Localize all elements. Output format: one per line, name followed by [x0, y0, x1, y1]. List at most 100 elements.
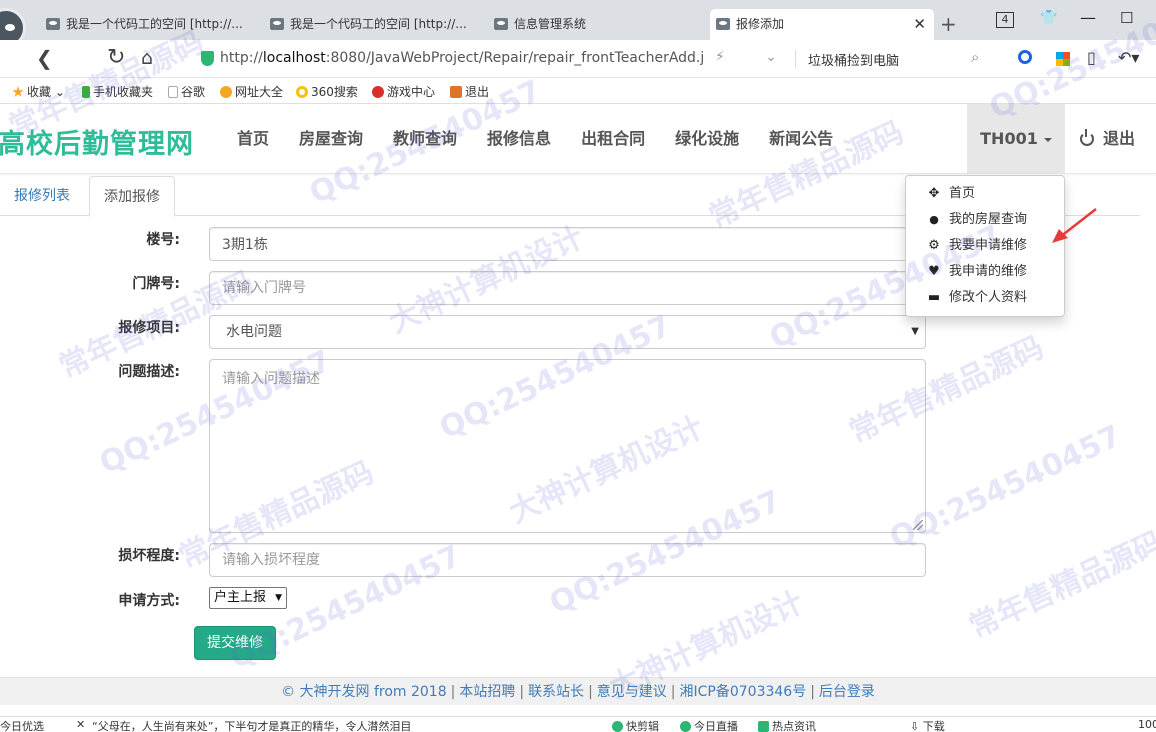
watermark: 常年售精品源码 [963, 524, 1156, 646]
address-actions[interactable]: ⚡ ⌄ [715, 49, 795, 65]
nav-repair-info[interactable]: 报修信息 [472, 104, 566, 174]
logout-link[interactable]: 退出 [1080, 104, 1135, 174]
star-icon [12, 86, 24, 97]
undo-icon[interactable]: ↶▾ [1118, 48, 1139, 67]
power-icon [1080, 129, 1094, 146]
menu-item-my-house[interactable]: ● 我的房屋查询 [906, 207, 1064, 233]
footer-link-jobs[interactable]: 本站招聘 [459, 684, 515, 700]
skin-shirt-icon[interactable]: 👕 [1040, 10, 1057, 26]
footer-link-feedback[interactable]: 意见与建议 [597, 684, 667, 700]
browser-status-bar: 今日优选 ✕ “父母在，人生尚有来处”，下半句才是真正的精华，令人潸然泪目 快剪… [0, 716, 1156, 732]
repair-item-label: 报修项目: [118, 320, 180, 336]
status-close-icon[interactable]: ✕ [76, 718, 85, 731]
page-favicon-icon [716, 18, 730, 30]
mobile-icon[interactable]: ▯ [1087, 48, 1096, 67]
user-menu-toggle[interactable]: TH001 [967, 104, 1065, 174]
nav-house-query[interactable]: 房屋查询 [284, 104, 378, 174]
tab-count-badge[interactable]: 4 [996, 12, 1014, 28]
select-arrow-icon: ▼ [911, 326, 919, 337]
page-icon [168, 86, 178, 98]
nav-teacher-query[interactable]: 教师查询 [378, 104, 472, 174]
heart-icon: ♥ [928, 264, 940, 279]
status-hot-news[interactable]: 热点资讯 [758, 718, 816, 732]
apply-method-select[interactable]: 户主上报 ▼ [209, 587, 288, 609]
new-tab-icon[interactable]: + [940, 9, 957, 39]
browser-tab-strip: 我是一个代码工的空间 [http://... 我是一个代码工的空间 [http:… [0, 0, 1156, 48]
url-field[interactable]: http://localhost:8080/JavaWebProject/Rep… [220, 50, 705, 66]
bookmark-exit[interactable]: 退出 [450, 83, 489, 100]
apps-grid-icon[interactable] [1056, 52, 1070, 66]
menu-item-apply-repair[interactable]: ⚙ 我要申请维修 [906, 233, 1064, 259]
submit-repair-button[interactable]: 提交维修 [194, 626, 276, 660]
nav-home[interactable]: 首页 [222, 104, 284, 174]
footer-link-contact[interactable]: 联系站长 [528, 684, 584, 700]
menu-item-my-repairs[interactable]: ♥ 我申请的维修 [906, 259, 1064, 285]
annotation-arrow-icon [1052, 208, 1097, 243]
move-icon: ✥ [928, 186, 940, 201]
description-textarea[interactable] [209, 359, 926, 533]
close-tab-icon[interactable]: ✕ [913, 9, 926, 40]
building-input[interactable] [209, 227, 926, 261]
browser-tab-1[interactable]: 我是一个代码工的空间 [http://... [40, 9, 258, 40]
phone-icon [82, 86, 90, 98]
play-icon [680, 721, 691, 732]
browser-tab-active[interactable]: 报修添加 ✕ [710, 9, 934, 40]
nav-rental-contract[interactable]: 出租合同 [566, 104, 660, 174]
maximize-icon[interactable]: ☐ [1120, 9, 1133, 27]
bookmark-mobile[interactable]: 手机收藏夹 [82, 83, 153, 100]
news-icon [758, 721, 769, 732]
caret-down-icon [1043, 137, 1052, 142]
footer-copyright: © 大神开发网 from 2018 [281, 684, 447, 700]
menu-item-home[interactable]: ✥ 首页 [906, 181, 1064, 207]
search360-icon [296, 86, 308, 98]
refresh-icon[interactable]: ↻ [107, 46, 125, 70]
nav-greening[interactable]: 绿化设施 [660, 104, 754, 174]
tab-add-repair[interactable]: 添加报修 [89, 176, 175, 217]
footer-link-admin[interactable]: 后台登录 [819, 684, 875, 700]
minimize-icon[interactable]: — [1080, 8, 1096, 27]
user-name: TH001 [980, 129, 1038, 148]
cog-icon: ⚙ [928, 238, 940, 253]
bookmark-games[interactable]: 游戏中心 [372, 83, 435, 100]
door-number-input[interactable] [209, 271, 926, 305]
resize-grip-icon[interactable] [913, 520, 923, 530]
search-engine-icon[interactable] [1018, 50, 1032, 64]
status-zoom[interactable]: 100 [1138, 718, 1156, 731]
browser-tab-2[interactable]: 我是一个代码工的空间 [http://... [264, 9, 482, 40]
menu-item-edit-profile[interactable]: ▬ 修改个人资料 [906, 285, 1064, 311]
building-label: 楼号: [146, 232, 180, 248]
search-icon[interactable]: ⌕ [971, 48, 979, 66]
address-toolbar: ❮ ↻ ⌂ http://localhost:8080/JavaWebProje… [0, 40, 1156, 78]
secure-shield-icon [201, 51, 214, 66]
status-news[interactable]: “父母在，人生尚有来处”，下半句才是真正的精华，令人潸然泪目 [92, 718, 411, 732]
page-favicon-icon [270, 18, 284, 30]
site-header: 高校后勤管理网 首页 房屋查询 教师查询 报修信息 出租合同 绿化设施 新闻公告… [0, 104, 1156, 174]
damage-label: 损坏程度: [118, 548, 180, 564]
tab-repair-list[interactable]: 报修列表 [0, 176, 84, 216]
play-icon [612, 721, 623, 732]
nav-news[interactable]: 新闻公告 [754, 104, 848, 174]
user-icon: ● [929, 213, 939, 226]
bookmark-sites[interactable]: 网址大全 [220, 83, 283, 100]
repair-item-select[interactable]: 水电问题 ▼ [209, 315, 926, 349]
back-arrow-icon[interactable]: ❮ [36, 46, 53, 70]
exit-icon [450, 86, 462, 98]
status-quick-clip[interactable]: 快剪辑 [612, 718, 659, 732]
footer-link-icp[interactable]: 湘ICP备0703346号 [680, 684, 807, 700]
bookmark-360search[interactable]: 360搜索 [296, 83, 358, 100]
status-live[interactable]: 今日直播 [680, 718, 738, 732]
site-brand[interactable]: 高校后勤管理网 [0, 122, 194, 161]
bookmark-favorites[interactable]: 收藏 ⌄ [12, 83, 65, 100]
browser-tab-3[interactable]: 信息管理系统 [488, 9, 706, 40]
search-hint-text[interactable]: 垃圾桶捡到电脑 [808, 50, 899, 69]
address-divider [795, 50, 796, 68]
apply-method-label: 申请方式: [118, 593, 180, 609]
home-icon[interactable]: ⌂ [141, 46, 153, 70]
user-dropdown-menu: ✥ 首页 ● 我的房屋查询 ⚙ 我要申请维修 ♥ 我申请的维修 ▬ 修改个人资料 [905, 175, 1065, 317]
status-today-picks[interactable]: 今日优选 [0, 718, 44, 732]
select-arrow-icon: ▼ [275, 593, 283, 603]
door-label: 门牌号: [132, 276, 180, 292]
bookmark-google[interactable]: 谷歌 [168, 83, 205, 100]
status-download[interactable]: ⇩ 下载 [910, 718, 945, 732]
damage-level-input[interactable] [209, 543, 926, 577]
